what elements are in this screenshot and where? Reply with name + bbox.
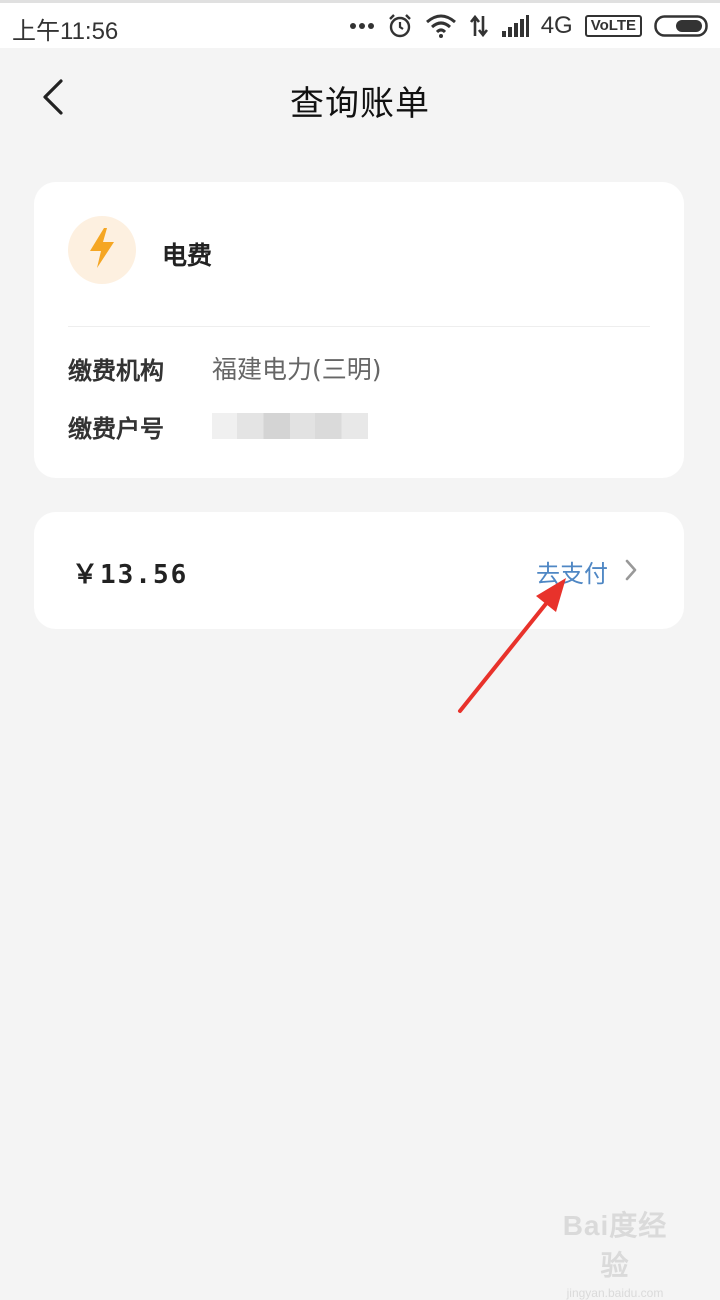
account-number-masked — [212, 413, 368, 439]
battery-icon — [654, 15, 708, 37]
nav-bar: 查询账单 — [0, 48, 720, 148]
bill-type-label: 电费 — [162, 241, 213, 270]
bill-amount: ￥13.56 — [72, 560, 189, 590]
status-time: 上午11:56 — [12, 18, 119, 45]
amount-card: ￥13.56 去支付 — [34, 512, 684, 629]
watermark-logo: Bai度经验 jingyan.baidu.com — [550, 1204, 680, 1300]
account-label: 缴费户号 — [68, 414, 164, 443]
page-title: 查询账单 — [290, 84, 430, 124]
status-icons: 4G VoLTE — [349, 9, 708, 43]
bill-type-icon-badge — [68, 216, 136, 284]
wifi-icon — [425, 14, 457, 38]
status-bar: 上午11:56 4G VoLTE — [0, 0, 720, 48]
signal-icon — [501, 15, 529, 37]
watermark-main: Bai度经验 — [562, 1210, 668, 1281]
bill-info-card: 电费 缴费机构 福建电力(三明) 缴费户号 — [34, 182, 684, 478]
organization-label: 缴费机构 — [68, 356, 164, 385]
lightning-icon — [88, 228, 116, 272]
watermark-sub: jingyan.baidu.com — [566, 1286, 664, 1300]
divider — [68, 326, 650, 327]
pay-button[interactable]: 去支付 — [536, 554, 638, 589]
volte-badge: VoLTE — [584, 15, 642, 37]
info-row-organization: 缴费机构 福建电力(三明) — [68, 350, 382, 386]
more-dots-icon — [349, 22, 375, 30]
network-type: 4G — [540, 12, 573, 39]
data-transfer-icon — [469, 14, 489, 38]
organization-value: 福建电力(三明) — [212, 355, 382, 384]
info-row-account: 缴费户号 — [68, 408, 368, 444]
chevron-right-icon — [624, 559, 638, 585]
pay-label: 去支付 — [536, 560, 608, 588]
alarm-icon — [387, 13, 413, 39]
